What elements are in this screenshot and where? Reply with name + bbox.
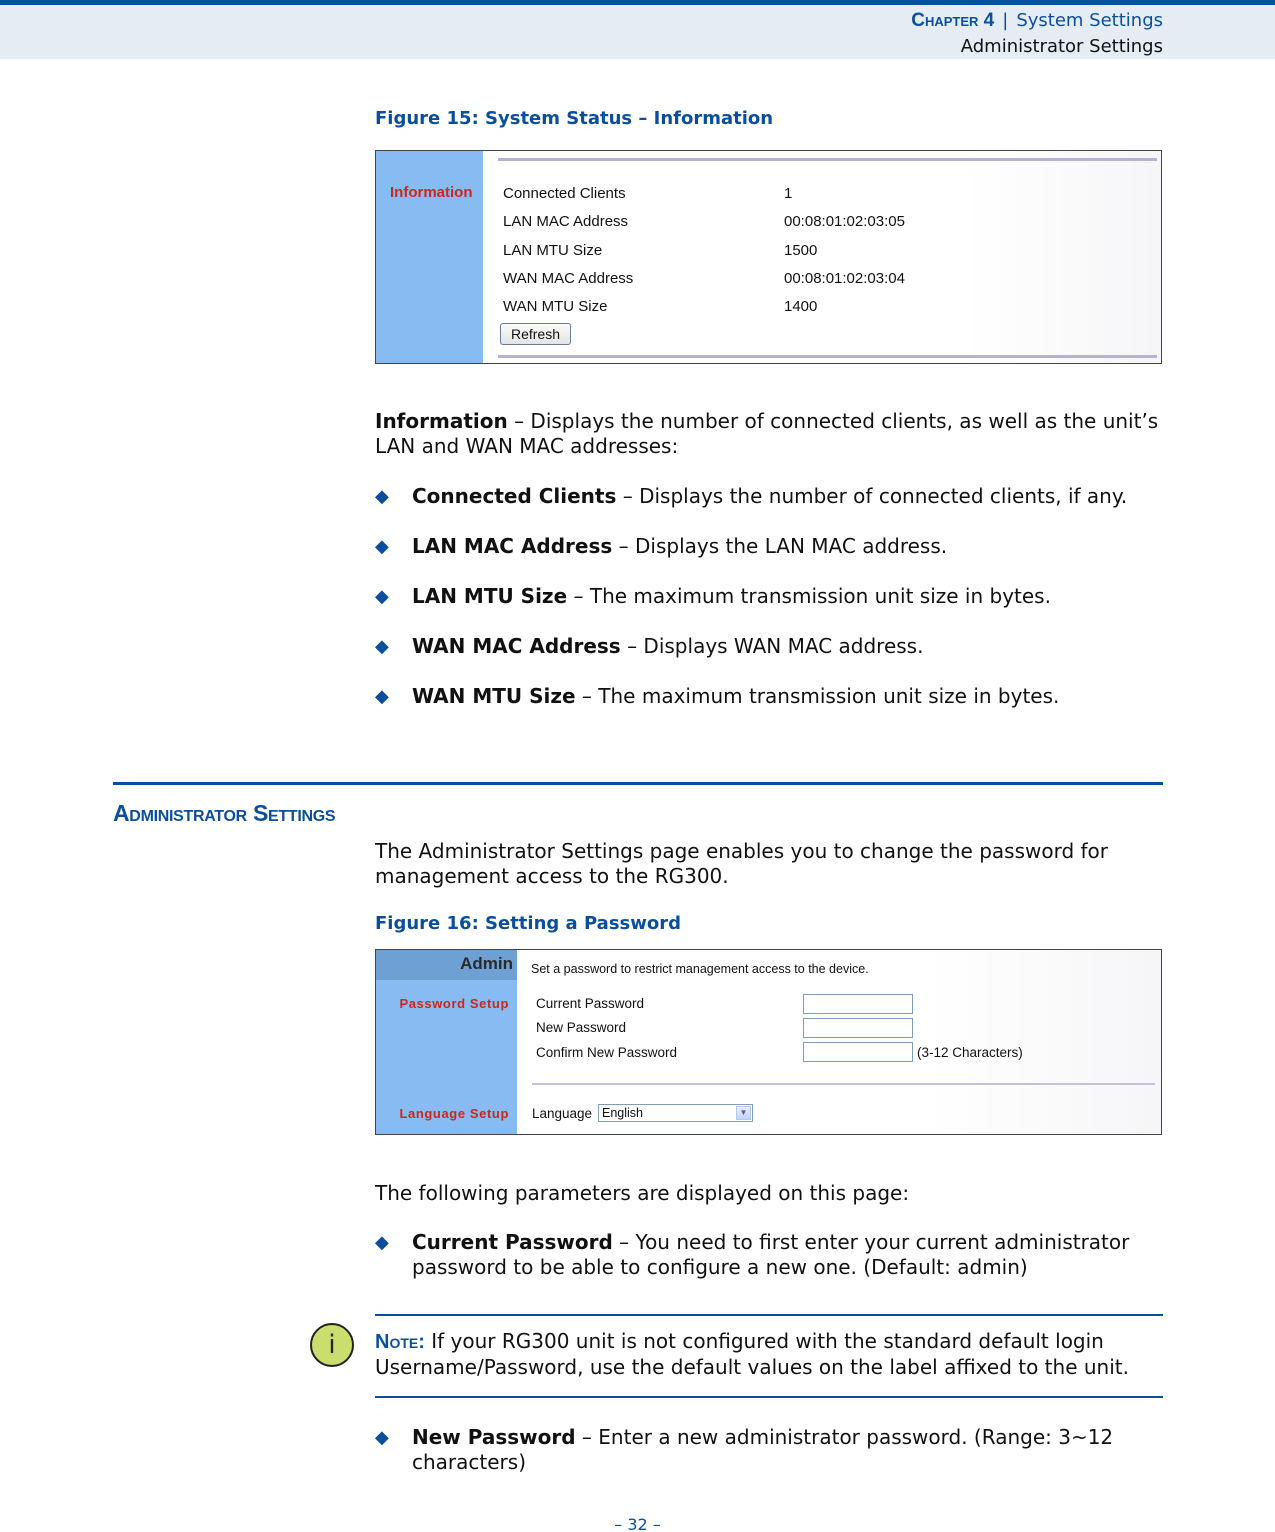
sidebar-item-language-setup[interactable]: Language Setup — [399, 1106, 509, 1121]
diamond-bullet-icon: ◆ — [375, 1427, 389, 1448]
diamond-bullet-icon: ◆ — [375, 486, 389, 507]
confirm-password-input[interactable] — [803, 1042, 913, 1062]
diamond-bullet-icon: ◆ — [375, 536, 389, 557]
sidebar-header-label: Admin — [460, 954, 513, 973]
info-row-label: Connected Clients — [503, 185, 626, 202]
figure-15-caption: Figure 15: System Status – Information — [375, 108, 774, 129]
header-section-title: Administrator Settings — [960, 36, 1163, 57]
info-row-label: WAN MAC Address — [503, 270, 634, 287]
fig15-bottom-rule — [498, 355, 1157, 358]
sidebar-item-password-setup[interactable]: Password Setup — [399, 996, 509, 1011]
figure-15-system-status: Information Connected Clients 1 LAN MAC … — [375, 150, 1162, 364]
diamond-bullet-icon: ◆ — [375, 1232, 389, 1253]
diamond-bullet-icon: ◆ — [375, 686, 389, 707]
page-number: – 32 – — [614, 1515, 661, 1532]
description: – The maximum transmission unit size in … — [575, 684, 1060, 708]
chapter-heading: Chapter 4 | System Settings — [911, 10, 1163, 32]
info-row-label: WAN MTU Size — [503, 298, 608, 315]
fig15-top-rule — [498, 158, 1157, 161]
term: Connected Clients — [412, 484, 617, 508]
description: – The maximum transmission unit size in … — [567, 584, 1051, 608]
chapter-title: System Settings — [1016, 10, 1163, 31]
figure-16-caption: Figure 16: Setting a Password — [375, 913, 681, 934]
page-header: Chapter 4 | System Settings Administrator … — [0, 0, 1275, 59]
info-row-value: 1400 — [784, 298, 818, 315]
info-icon: i — [310, 1323, 354, 1367]
fig15-sidebar: Information — [376, 151, 483, 363]
info-row-value: 1 — [784, 185, 793, 202]
note: Note: If your RG300 unit is not configur… — [375, 1329, 1175, 1380]
description: – Displays WAN MAC address. — [620, 634, 924, 658]
info-row-label: LAN MAC Address — [503, 213, 629, 230]
section-title: Administrator Settings — [113, 800, 336, 826]
info-row-value: 00:08:01:02:03:05 — [784, 213, 905, 230]
confirm-password-label: Confirm New Password — [536, 1045, 678, 1060]
term: Current Password — [412, 1230, 613, 1254]
term: WAN MTU Size — [412, 684, 576, 708]
info-row-value: 00:08:01:02:03:04 — [784, 270, 905, 287]
diamond-bullet-icon: ◆ — [375, 586, 389, 607]
note-bottom-rule — [375, 1396, 1163, 1398]
diamond-bullet-icon: ◆ — [375, 636, 389, 657]
fig16-intro-text: Set a password to restrict management ac… — [531, 962, 869, 976]
language-selected-value: English — [602, 1106, 643, 1120]
term: LAN MTU Size — [412, 584, 568, 608]
current-password-label: Current Password — [536, 996, 645, 1011]
term: New Password — [412, 1425, 576, 1449]
note-text: If your RG300 unit is not configured wit… — [375, 1329, 1129, 1379]
chapter-label: Chapter 4 — [911, 10, 995, 31]
term: WAN MAC Address — [412, 634, 621, 658]
language-label: Language — [532, 1106, 593, 1121]
new-password-input[interactable] — [803, 1018, 913, 1038]
language-select[interactable]: English ▼ — [598, 1104, 753, 1122]
password-length-hint: (3-12 Characters) — [917, 1045, 1023, 1060]
new-password-label: New Password — [536, 1020, 627, 1035]
chevron-down-icon[interactable]: ▼ — [736, 1106, 751, 1120]
note-top-rule — [375, 1314, 1163, 1316]
info-row-label: LAN MTU Size — [503, 242, 603, 259]
header-separator: | — [1002, 10, 1009, 31]
fig16-sidebar-header: Admin — [376, 950, 517, 980]
parameters-intro: The following parameters are displayed o… — [375, 1181, 910, 1205]
term: Information — [375, 409, 508, 433]
description: – Displays the LAN MAC address. — [612, 534, 948, 558]
term: LAN MAC Address — [412, 534, 613, 558]
info-row-value: 1500 — [784, 242, 818, 259]
fig15-sidebar-label[interactable]: Information — [390, 184, 473, 201]
fig16-divider — [532, 1083, 1155, 1085]
current-password-input[interactable] — [803, 994, 913, 1014]
refresh-button[interactable]: Refresh — [500, 323, 571, 345]
note-label: Note: — [375, 1331, 425, 1353]
information-description: Information – Displays the number of con… — [375, 409, 1165, 459]
admin-section-intro: The Administrator Settings page enables … — [375, 839, 1109, 888]
description: – Displays the number of connected clien… — [616, 484, 1128, 508]
section-divider — [113, 782, 1163, 785]
fig16-sidebar: Admin Password Setup Language Setup — [376, 950, 517, 1134]
figure-16-admin-password: Admin Password Setup Language Setup Set … — [375, 949, 1162, 1135]
